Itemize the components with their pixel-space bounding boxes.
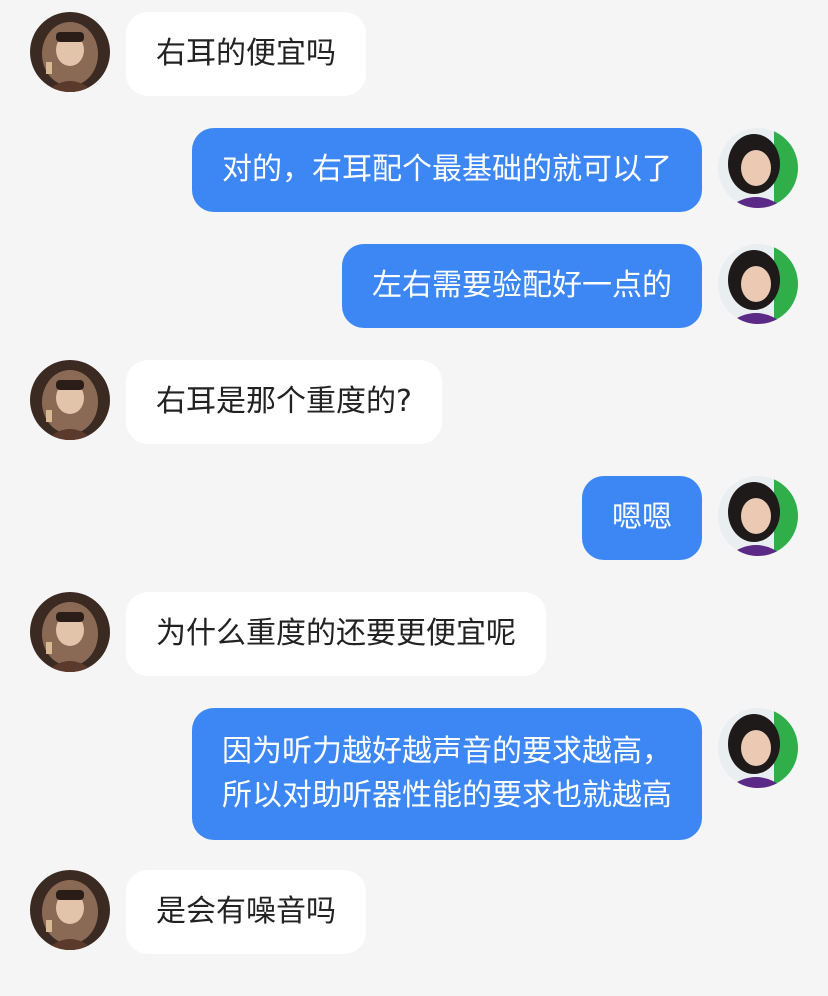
message-bubble[interactable]: 对的，右耳配个最基础的就可以了 [192, 128, 702, 212]
message-text: 右耳的便宜吗 [156, 36, 336, 71]
contact-avatar[interactable] [30, 360, 110, 440]
user-avatar[interactable] [718, 476, 798, 556]
user-avatar[interactable] [718, 244, 798, 324]
message-bubble[interactable]: 右耳的便宜吗 [126, 12, 366, 96]
contact-avatar[interactable] [30, 12, 110, 92]
message-text: 嗯嗯 [612, 500, 672, 535]
user-avatar[interactable] [718, 128, 798, 208]
message-text: 右耳是那个重度的? [156, 384, 412, 419]
user-avatar-image [718, 244, 798, 324]
message-bubble[interactable]: 因为听力越好越声音的要求越高， 所以对助听器性能的要求也就越高 [192, 708, 702, 840]
contact-avatar[interactable] [30, 592, 110, 672]
user-avatar-image [718, 128, 798, 208]
message-text: 左右需要验配好一点的 [372, 268, 672, 303]
contact-avatar[interactable] [30, 870, 110, 950]
user-avatar-image [718, 708, 798, 788]
message-text-line: 所以对助听器性能的要求也就越高 [222, 778, 672, 813]
message-bubble[interactable]: 嗯嗯 [582, 476, 702, 560]
message-bubble[interactable]: 为什么重度的还要更便宜呢 [126, 592, 546, 676]
message-bubble[interactable]: 右耳是那个重度的? [126, 360, 442, 444]
user-avatar-image [718, 476, 798, 556]
contact-avatar-image [30, 870, 110, 950]
message-text: 对的，右耳配个最基础的就可以了 [222, 152, 672, 187]
message-bubble[interactable]: 是会有噪音吗 [126, 870, 366, 954]
message-bubble[interactable]: 左右需要验配好一点的 [342, 244, 702, 328]
chat-thread: 右耳的便宜吗 对的，右耳配个最基础的就可以了 左右需要验配好一点的 右耳是那个重… [0, 0, 828, 996]
contact-avatar-image [30, 12, 110, 92]
contact-avatar-image [30, 592, 110, 672]
user-avatar[interactable] [718, 708, 798, 788]
contact-avatar-image [30, 360, 110, 440]
message-text: 为什么重度的还要更便宜呢 [156, 616, 516, 651]
message-text-line: 因为听力越好越声音的要求越高， [222, 734, 672, 769]
message-text: 是会有噪音吗 [156, 894, 336, 929]
